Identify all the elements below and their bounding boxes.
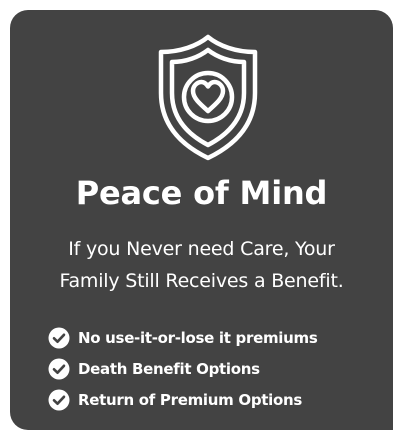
peace-of-mind-card: Peace of Mind If you Never need Care, Yo… [10, 10, 393, 430]
card-title: Peace of Mind [75, 174, 328, 212]
check-circle-icon [48, 327, 70, 348]
feature-list: No use-it-or-lose it premiums Death Bene… [48, 322, 318, 415]
feature-item: No use-it-or-lose it premiums [48, 322, 318, 353]
check-circle-icon [48, 358, 70, 379]
subtitle-line: If you Never need Care, Your [68, 238, 335, 260]
feature-label: No use-it-or-lose it premiums [78, 328, 318, 347]
card-subtitle: If you Never need Care, Your Family Stil… [10, 233, 393, 297]
subtitle-line: Family Still Receives a Benefit. [59, 270, 344, 292]
feature-label: Death Benefit Options [78, 359, 260, 378]
shield-heart-icon [155, 33, 261, 163]
feature-item: Return of Premium Options [48, 384, 317, 415]
feature-item: Death Benefit Options [48, 353, 317, 384]
feature-label: Return of Premium Options [78, 390, 303, 409]
check-circle-icon [48, 389, 70, 410]
